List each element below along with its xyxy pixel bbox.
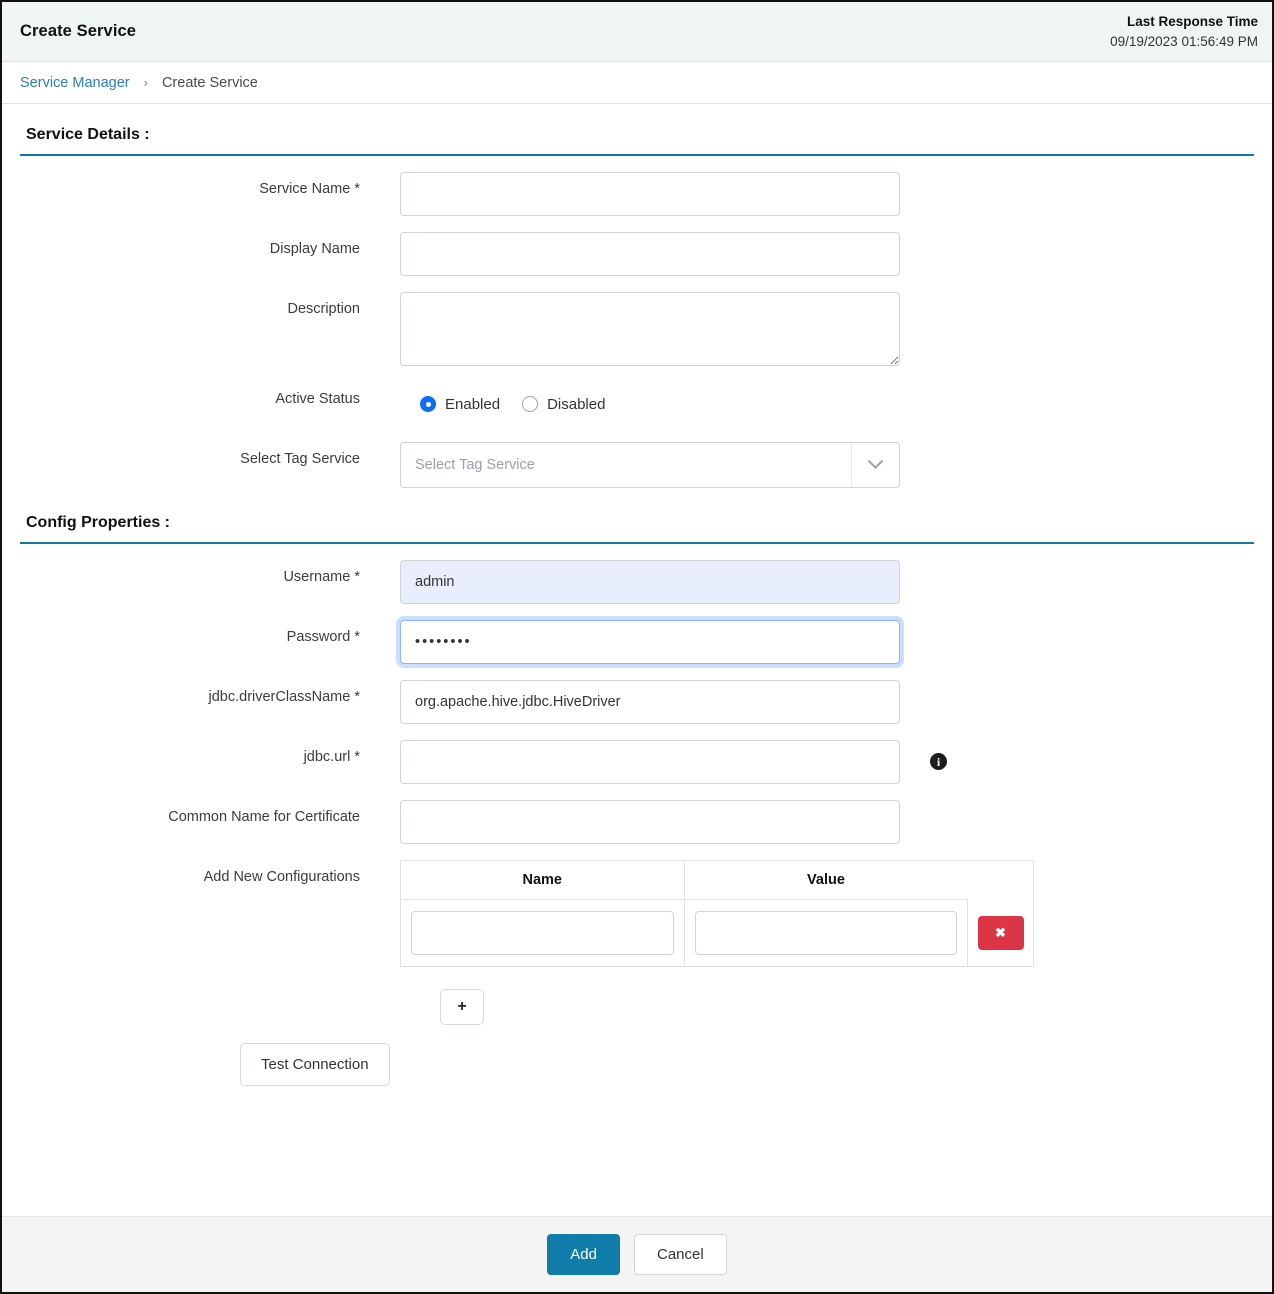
label-active-status: Active Status bbox=[20, 382, 400, 408]
service-name-input[interactable] bbox=[400, 172, 900, 216]
label-display-name: Display Name bbox=[20, 232, 400, 258]
field-row-display-name: Display Name bbox=[20, 232, 1254, 276]
last-response-time-label: Last Response Time bbox=[1110, 12, 1258, 32]
radio-option-enabled[interactable]: Enabled bbox=[420, 396, 500, 413]
config-value-input[interactable] bbox=[695, 911, 958, 955]
field-row-service-name: Service Name * bbox=[20, 172, 1254, 216]
label-select-tag-service: Select Tag Service bbox=[20, 442, 400, 468]
field-row-jdbc-url: jdbc.url * i bbox=[20, 740, 1254, 784]
radio-disabled-icon[interactable] bbox=[522, 396, 538, 412]
table-row: ✖ bbox=[401, 900, 1034, 967]
cell-config-value bbox=[684, 900, 968, 967]
field-row-active-status: Active Status Enabled Disabled bbox=[20, 382, 1254, 426]
chevron-down-icon[interactable] bbox=[851, 443, 899, 487]
section-heading-config-properties: Config Properties : bbox=[20, 488, 1254, 544]
label-service-name: Service Name * bbox=[20, 172, 400, 198]
radio-label-enabled: Enabled bbox=[445, 396, 500, 413]
breadcrumb-separator-icon: › bbox=[144, 75, 148, 90]
field-row-username: Username * bbox=[20, 560, 1254, 604]
config-name-input[interactable] bbox=[411, 911, 674, 955]
label-add-new-configurations: Add New Configurations bbox=[20, 860, 400, 886]
display-name-input[interactable] bbox=[400, 232, 900, 276]
radio-enabled-icon[interactable] bbox=[420, 396, 436, 412]
section-heading-service-details: Service Details : bbox=[20, 104, 1254, 156]
field-row-driver-class-name: jdbc.driverClassName * bbox=[20, 680, 1254, 724]
cancel-button[interactable]: Cancel bbox=[634, 1234, 727, 1275]
field-row-select-tag-service: Select Tag Service Select Tag Service bbox=[20, 442, 1254, 488]
form-body: Service Details : Service Name * Display… bbox=[2, 104, 1272, 1216]
add-configuration-row-button[interactable]: + bbox=[440, 989, 484, 1025]
last-response-time-value: 09/19/2023 01:56:49 PM bbox=[1110, 32, 1258, 52]
label-username: Username * bbox=[20, 560, 400, 586]
field-row-add-new-configurations: Add New Configurations Name Value bbox=[20, 860, 1254, 967]
page-title: Create Service bbox=[20, 22, 136, 41]
configurations-table: Name Value ✖ bbox=[400, 860, 1034, 967]
breadcrumb-link-service-manager[interactable]: Service Manager bbox=[20, 75, 130, 91]
active-status-radio-group: Enabled Disabled bbox=[400, 382, 627, 426]
page-header: Create Service Last Response Time 09/19/… bbox=[2, 2, 1272, 62]
breadcrumb-current-create-service: Create Service bbox=[162, 75, 258, 91]
column-header-value: Value bbox=[684, 861, 968, 900]
description-textarea[interactable] bbox=[400, 292, 900, 366]
label-common-name-certificate: Common Name for Certificate bbox=[20, 800, 400, 826]
common-name-certificate-input[interactable] bbox=[400, 800, 900, 844]
label-driver-class-name: jdbc.driverClassName * bbox=[20, 680, 400, 706]
test-connection-button[interactable]: Test Connection bbox=[240, 1043, 390, 1086]
password-input[interactable] bbox=[400, 620, 900, 664]
form-footer: Add Cancel bbox=[2, 1216, 1272, 1292]
info-icon[interactable]: i bbox=[930, 753, 947, 770]
cell-config-name bbox=[401, 900, 685, 967]
create-service-page: Create Service Last Response Time 09/19/… bbox=[0, 0, 1274, 1294]
select-tag-service-value: Select Tag Service bbox=[401, 457, 851, 473]
delete-row-button[interactable]: ✖ bbox=[978, 916, 1024, 950]
breadcrumb: Service Manager › Create Service bbox=[2, 62, 1272, 104]
cell-config-actions: ✖ bbox=[968, 900, 1034, 967]
column-header-name: Name bbox=[401, 861, 685, 900]
test-connection-container: Test Connection bbox=[20, 1043, 1254, 1108]
label-password: Password * bbox=[20, 620, 400, 646]
table-header-row: Name Value bbox=[401, 861, 1034, 900]
username-input[interactable] bbox=[400, 560, 900, 604]
jdbc-url-input[interactable] bbox=[400, 740, 900, 784]
add-row-container: + bbox=[20, 989, 1254, 1025]
label-description: Description bbox=[20, 292, 400, 318]
label-jdbc-url: jdbc.url * bbox=[20, 740, 400, 766]
select-tag-service-dropdown[interactable]: Select Tag Service bbox=[400, 442, 900, 488]
radio-label-disabled: Disabled bbox=[547, 396, 605, 413]
field-row-description: Description bbox=[20, 292, 1254, 366]
last-response-time-block: Last Response Time 09/19/2023 01:56:49 P… bbox=[1110, 12, 1264, 51]
field-row-password: Password * bbox=[20, 620, 1254, 664]
add-button[interactable]: Add bbox=[547, 1234, 620, 1275]
radio-option-disabled[interactable]: Disabled bbox=[522, 396, 605, 413]
field-row-common-name-certificate: Common Name for Certificate bbox=[20, 800, 1254, 844]
driver-class-name-input[interactable] bbox=[400, 680, 900, 724]
